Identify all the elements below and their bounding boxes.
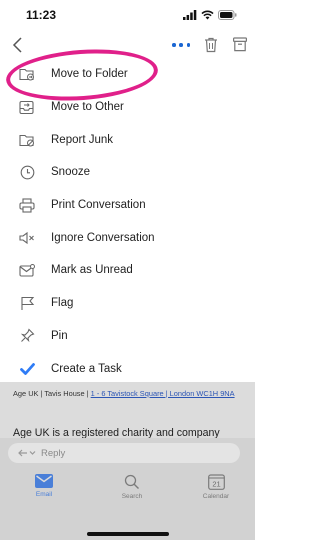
menu-item-print-conversation[interactable]: Print Conversation [0, 189, 255, 222]
wifi-icon [201, 10, 214, 20]
message-actions-menu: Move to Folder Move to Other Report Junk… [0, 58, 255, 385]
mute-icon [19, 230, 35, 246]
reply-label: Reply [41, 447, 66, 459]
menu-item-mark-as-unread[interactable]: Mark as Unread [0, 254, 255, 287]
footer-address-link[interactable]: 1 - 6 Tavistock Square | London WC1H 9NA [91, 389, 235, 398]
menu-item-move-to-other[interactable]: Move to Other [0, 91, 255, 124]
envelope-icon [35, 474, 53, 488]
folder-block-icon [19, 132, 35, 148]
tab-label: Email [35, 491, 53, 498]
printer-icon [19, 197, 35, 213]
reply-bar: Reply [0, 438, 255, 468]
tab-email[interactable]: Email [14, 474, 74, 498]
folder-move-icon [19, 66, 35, 82]
email-footer: Age UK | Tavis House | 1 - 6 Tavistock S… [13, 388, 245, 400]
menu-item-label: Move to Other [51, 101, 124, 114]
reply-icon [18, 449, 36, 457]
status-icons [183, 10, 237, 20]
tab-search[interactable]: Search [102, 474, 162, 500]
calendar-date: 21 [212, 480, 220, 489]
chevron-left-icon[interactable] [10, 36, 26, 54]
menu-item-label: Print Conversation [51, 199, 146, 212]
message-toolbar [0, 30, 255, 60]
envelope-icon [19, 262, 35, 278]
bottom-tab-bar: Email Search 21 Calendar [0, 468, 255, 540]
menu-item-label: Pin [51, 329, 68, 342]
menu-item-ignore-conversation[interactable]: Ignore Conversation [0, 221, 255, 254]
ellipsis-icon [172, 43, 176, 47]
status-time: 11:23 [26, 8, 57, 22]
archive-icon[interactable] [233, 37, 247, 52]
menu-item-label: Ignore Conversation [51, 231, 155, 244]
menu-item-report-junk[interactable]: Report Junk [0, 123, 255, 156]
footer-text: Age UK | Tavis House | [13, 389, 91, 398]
calendar-icon: 21 [207, 474, 225, 490]
trash-icon[interactable] [204, 37, 218, 53]
menu-item-label: Mark as Unread [51, 264, 133, 277]
menu-item-create-a-task[interactable]: Create a Task [0, 352, 255, 385]
menu-item-label: Report Junk [51, 133, 114, 146]
menu-item-label: Move to Folder [51, 68, 128, 81]
pin-icon [19, 328, 35, 344]
tab-label: Calendar [202, 493, 230, 500]
menu-item-snooze[interactable]: Snooze [0, 156, 255, 189]
status-bar: 11:23 [0, 0, 255, 30]
menu-item-label: Create a Task [51, 362, 122, 375]
home-indicator [87, 532, 169, 536]
signal-icon [183, 10, 197, 20]
tab-calendar[interactable]: 21 Calendar [186, 474, 246, 500]
checkmark-icon [19, 361, 35, 377]
inbox-move-icon [19, 99, 35, 115]
menu-item-label: Snooze [51, 166, 91, 179]
flag-icon [19, 295, 35, 311]
clock-icon [19, 164, 35, 180]
menu-item-pin[interactable]: Pin [0, 320, 255, 353]
search-icon [124, 474, 139, 489]
tab-label: Search [121, 493, 143, 500]
battery-icon [218, 10, 237, 20]
more-options-button[interactable] [172, 38, 190, 52]
menu-item-move-to-folder[interactable]: Move to Folder [0, 58, 255, 91]
menu-item-label: Flag [51, 297, 74, 310]
menu-item-flag[interactable]: Flag [0, 287, 255, 320]
reply-button[interactable]: Reply [8, 443, 240, 463]
